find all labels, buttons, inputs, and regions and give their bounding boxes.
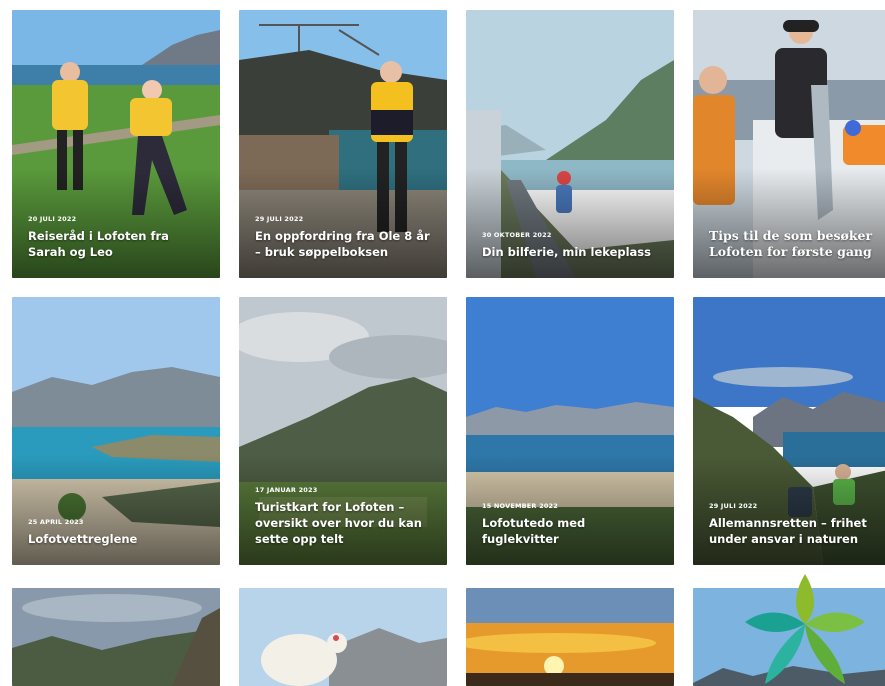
article-date: 30 OKTOBER 2022 <box>482 231 552 239</box>
article-title[interactable]: Turistkart for Lofoten – oversikt over h… <box>255 499 437 547</box>
article-card[interactable]: 20 JULI 2022 Reiseråd i Lofoten fra Sara… <box>12 10 220 278</box>
article-title[interactable]: Lofotutedo med fuglekvitter <box>482 515 664 547</box>
card-meta: 29 JULI 2022 En oppfordring fra Ole 8 år… <box>255 215 437 260</box>
article-image <box>12 588 220 686</box>
article-title[interactable]: Lofotvettreglene <box>28 531 210 547</box>
article-title[interactable]: Allemannsretten – frihet under ansvar i … <box>709 515 885 547</box>
card-meta: 30 OKTOBER 2022 Din bilferie, min lekepl… <box>482 231 664 260</box>
card-meta: 20 JULI 2022 Reiseråd i Lofoten fra Sara… <box>28 215 210 260</box>
article-card[interactable] <box>466 588 674 686</box>
card-meta: 25 APRIL 2023 Lofotvettreglene <box>28 518 210 547</box>
article-date: 29 JULI 2022 <box>709 502 758 510</box>
article-title[interactable]: Reiseråd i Lofoten fra Sarah og Leo <box>28 228 210 260</box>
article-date: 17 JANUAR 2023 <box>255 486 318 494</box>
card-meta: Tips til de som besøker Lofoten for førs… <box>709 223 885 260</box>
article-title[interactable]: Din bilferie, min lekeplass <box>482 244 664 260</box>
article-card[interactable]: 29 JULI 2022 Allemannsretten – frihet un… <box>693 297 885 565</box>
article-card[interactable]: Tips til de som besøker Lofoten for førs… <box>693 10 885 278</box>
article-card[interactable]: 30 OKTOBER 2022 Din bilferie, min lekepl… <box>466 10 674 278</box>
brand-logo <box>745 574 865 684</box>
image-overlay <box>466 168 674 278</box>
article-card[interactable]: 17 JANUAR 2023 Turistkart for Lofoten – … <box>239 297 447 565</box>
article-date: 15 NOVEMBER 2022 <box>482 502 558 510</box>
image-overlay <box>12 455 220 565</box>
article-date: 29 JULI 2022 <box>255 215 304 223</box>
article-title[interactable]: En oppfordring fra Ole 8 år – bruk søppe… <box>255 228 437 260</box>
article-image <box>466 588 674 686</box>
article-card[interactable] <box>239 588 447 686</box>
card-meta: 17 JANUAR 2023 Turistkart for Lofoten – … <box>255 486 437 547</box>
article-image <box>239 588 447 686</box>
article-card[interactable]: 29 JULI 2022 En oppfordring fra Ole 8 år… <box>239 10 447 278</box>
article-card[interactable]: 25 APRIL 2023 Lofotvettreglene <box>12 297 220 565</box>
article-card[interactable]: 15 NOVEMBER 2022 Lofotutedo med fuglekvi… <box>466 297 674 565</box>
article-date: 25 APRIL 2023 <box>28 518 84 526</box>
card-meta: 15 NOVEMBER 2022 Lofotutedo med fuglekvi… <box>482 502 664 547</box>
card-meta: 29 JULI 2022 Allemannsretten – frihet un… <box>709 502 885 547</box>
article-grid: 20 JULI 2022 Reiseråd i Lofoten fra Sara… <box>0 0 885 686</box>
article-card[interactable] <box>12 588 220 686</box>
article-title[interactable]: Tips til de som besøker Lofoten for førs… <box>709 228 885 260</box>
article-date: 20 JULI 2022 <box>28 215 77 223</box>
